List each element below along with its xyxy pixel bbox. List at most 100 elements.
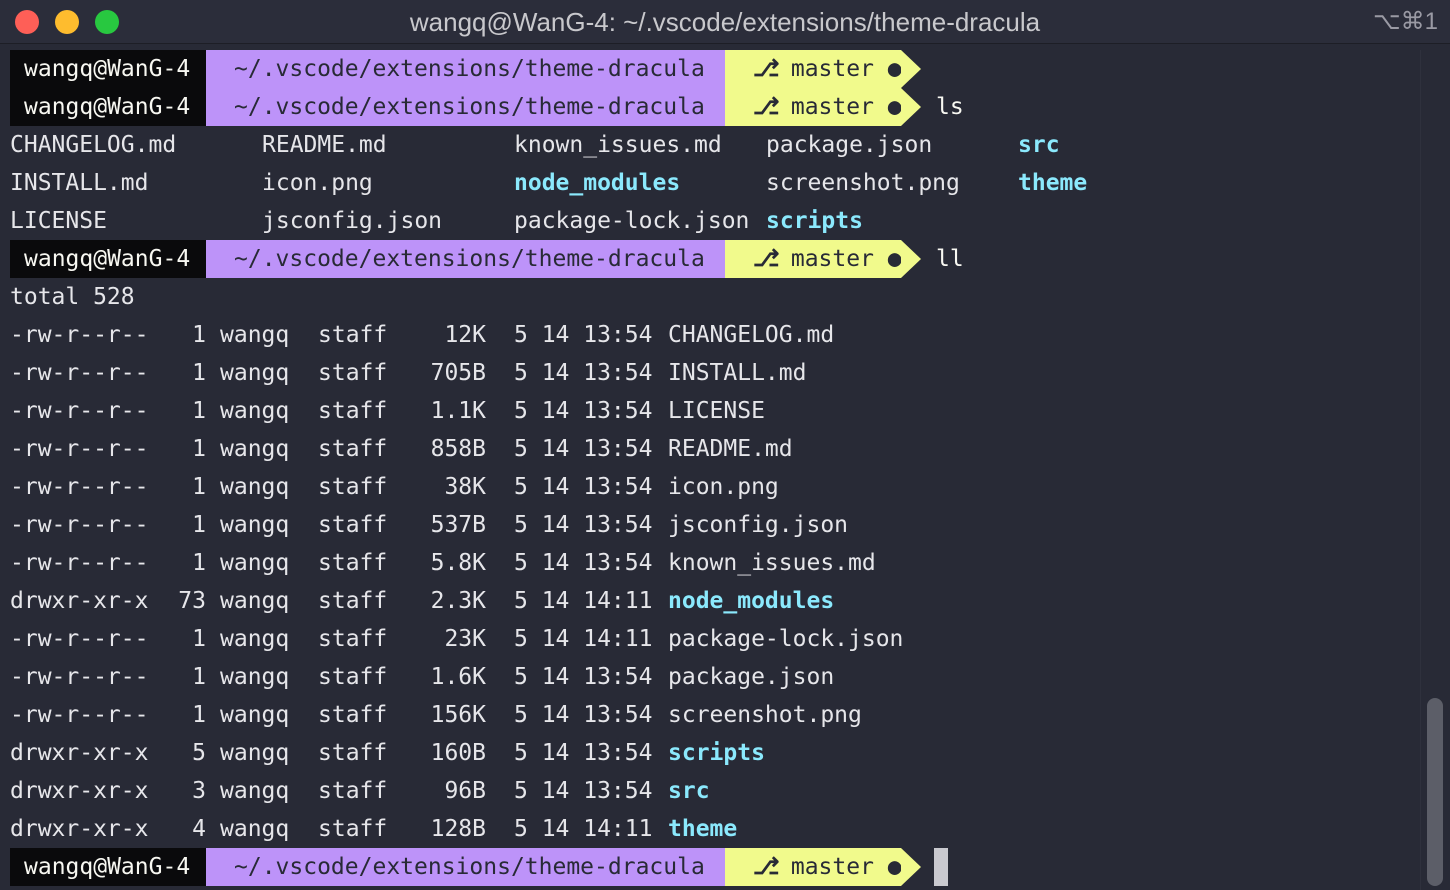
directory-entry: scripts bbox=[668, 740, 765, 766]
directory-entry: scripts bbox=[766, 208, 863, 234]
dirty-dot-icon: ● bbox=[887, 56, 902, 82]
modified-date: 5 14 14:11 bbox=[514, 588, 653, 614]
scrollbar-thumb[interactable] bbox=[1427, 698, 1443, 886]
branch-name: master bbox=[777, 246, 888, 272]
file-size: 38K bbox=[444, 474, 486, 500]
file-size: 96B bbox=[444, 778, 486, 804]
owner: wangq bbox=[220, 664, 290, 690]
prompt-git-arrow bbox=[901, 88, 921, 126]
dirty-dot-icon: ● bbox=[887, 854, 902, 880]
file-size: 5.8K bbox=[430, 550, 486, 576]
link-count: 1 bbox=[192, 436, 206, 462]
permissions: -rw-r--r-- bbox=[10, 436, 149, 462]
file-entry: screenshot.png bbox=[766, 170, 960, 196]
owner: wangq bbox=[220, 474, 290, 500]
group: staff bbox=[318, 664, 388, 690]
prompt-line: wangq@WanG-4 ~/.vscode/extensions/theme-d… bbox=[0, 240, 1420, 278]
file-size: 858B bbox=[430, 436, 486, 462]
file-entry: package.json bbox=[766, 132, 933, 158]
owner: wangq bbox=[220, 702, 290, 728]
modified-date: 5 14 13:54 bbox=[514, 550, 653, 576]
modified-date: 5 14 13:54 bbox=[514, 512, 653, 538]
ll-output-row: drwxr-xr-x 4 wangq staff 128B 5 14 14:11 theme bbox=[0, 810, 1420, 848]
file-entry: jsconfig.json bbox=[668, 512, 849, 538]
ll-output-row: -rw-r--r-- 1 wangq staff 537B 5 14 13:54 jscon… bbox=[0, 506, 1420, 544]
branch-name: master bbox=[777, 94, 888, 120]
modified-date: 5 14 13:54 bbox=[514, 322, 653, 348]
prompt-git-arrow bbox=[901, 50, 921, 88]
file-entry: CHANGELOG.md bbox=[668, 322, 835, 348]
link-count: 4 bbox=[192, 816, 206, 842]
file-entry: README.md bbox=[262, 132, 387, 158]
directory-entry: theme bbox=[668, 816, 738, 842]
text-cursor[interactable] bbox=[934, 848, 948, 886]
modified-date: 5 14 14:11 bbox=[514, 816, 653, 842]
permissions: -rw-r--r-- bbox=[10, 702, 149, 728]
prompt-path-segment: ~/.vscode/extensions/theme-dracula bbox=[206, 88, 725, 126]
permissions: -rw-r--r-- bbox=[10, 626, 149, 652]
modified-date: 5 14 13:54 bbox=[514, 474, 653, 500]
file-entry: CHANGELOG.md bbox=[10, 132, 177, 158]
file-entry: icon.png bbox=[262, 170, 373, 196]
link-count: 1 bbox=[192, 512, 206, 538]
file-entry: README.md bbox=[668, 436, 793, 462]
ll-total: total 528 bbox=[0, 278, 1420, 316]
permissions: drwxr-xr-x bbox=[10, 816, 149, 842]
total-text: total 528 bbox=[10, 284, 135, 310]
window-title: wangq@WanG-4: ~/.vscode/extensions/theme… bbox=[409, 7, 1041, 37]
link-count: 3 bbox=[192, 778, 206, 804]
ll-output-row: -rw-r--r-- 1 wangq staff 705B 5 14 13:54 INSTA… bbox=[0, 354, 1420, 392]
directory-entry: src bbox=[1018, 132, 1060, 158]
owner: wangq bbox=[220, 322, 290, 348]
title-bar[interactable]: wangq@WanG-4: ~/.vscode/extensions/theme… bbox=[0, 0, 1450, 44]
modified-date: 5 14 13:54 bbox=[514, 740, 653, 766]
group: staff bbox=[318, 702, 388, 728]
permissions: drwxr-xr-x bbox=[10, 740, 149, 766]
prompt-git-arrow bbox=[901, 240, 921, 278]
owner: wangq bbox=[220, 626, 290, 652]
command-text: ls bbox=[936, 94, 964, 120]
owner: wangq bbox=[220, 778, 290, 804]
permissions: -rw-r--r-- bbox=[10, 360, 149, 386]
ll-output-row: -rw-r--r-- 1 wangq staff 156K 5 14 13:54 scree… bbox=[0, 696, 1420, 734]
file-size: 1.6K bbox=[430, 664, 486, 690]
ll-output-row: -rw-r--r-- 1 wangq staff 38K 5 14 13:54 icon.p… bbox=[0, 468, 1420, 506]
dirty-dot-icon: ● bbox=[887, 246, 902, 272]
file-entry: jsconfig.json bbox=[262, 208, 443, 234]
link-count: 1 bbox=[192, 360, 206, 386]
link-count: 1 bbox=[192, 322, 206, 348]
dirty-dot-icon: ● bbox=[887, 94, 902, 120]
group: staff bbox=[318, 360, 388, 386]
group: staff bbox=[318, 626, 388, 652]
permissions: -rw-r--r-- bbox=[10, 322, 149, 348]
link-count: 5 bbox=[192, 740, 206, 766]
file-size: 160B bbox=[430, 740, 486, 766]
prompt-line: wangq@WanG-4 ~/.vscode/extensions/theme-d… bbox=[0, 50, 1420, 88]
terminal-output[interactable]: wangq@WanG-4 ~/.vscode/extensions/theme-d… bbox=[0, 50, 1450, 890]
file-size: 156K bbox=[430, 702, 486, 728]
prompt-path-segment: ~/.vscode/extensions/theme-dracula bbox=[206, 240, 725, 278]
group: staff bbox=[318, 816, 388, 842]
link-count: 73 bbox=[178, 588, 206, 614]
ls-output-row: CHANGELOG.md README.md known_issues.md pack… bbox=[0, 126, 1420, 164]
permissions: -rw-r--r-- bbox=[10, 398, 149, 424]
prompt-path-segment: ~/.vscode/extensions/theme-dracula bbox=[206, 848, 725, 886]
ll-output-row: -rw-r--r-- 1 wangq staff 1.1K 5 14 13:54 LICEN… bbox=[0, 392, 1420, 430]
ll-output-row: drwxr-xr-x 5 wangq staff 160B 5 14 13:54 scrip… bbox=[0, 734, 1420, 772]
file-entry: INSTALL.md bbox=[668, 360, 807, 386]
prompt-path-segment: ~/.vscode/extensions/theme-dracula bbox=[206, 50, 725, 88]
ll-output-row: -rw-r--r-- 1 wangq staff 1.6K 5 14 13:54 packa… bbox=[0, 658, 1420, 696]
link-count: 1 bbox=[192, 550, 206, 576]
ll-output-row: -rw-r--r-- 1 wangq staff 12K 5 14 13:54 CHANGE… bbox=[0, 316, 1420, 354]
group: staff bbox=[318, 512, 388, 538]
group: staff bbox=[318, 322, 388, 348]
directory-entry: node_modules bbox=[514, 170, 681, 196]
file-entry: package.json bbox=[668, 664, 835, 690]
link-count: 1 bbox=[192, 474, 206, 500]
owner: wangq bbox=[220, 740, 290, 766]
ll-output-row: -rw-r--r-- 1 wangq staff 5.8K 5 14 13:54 known… bbox=[0, 544, 1420, 582]
ll-output-row: -rw-r--r-- 1 wangq staff 858B 5 14 13:54 READM… bbox=[0, 430, 1420, 468]
prompt-git-segment: ⎇ master ● bbox=[725, 50, 902, 88]
ll-output-row: drwxr-xr-x 3 wangq staff 96B 5 14 13:54 src bbox=[0, 772, 1420, 810]
modified-date: 5 14 13:54 bbox=[514, 664, 653, 690]
